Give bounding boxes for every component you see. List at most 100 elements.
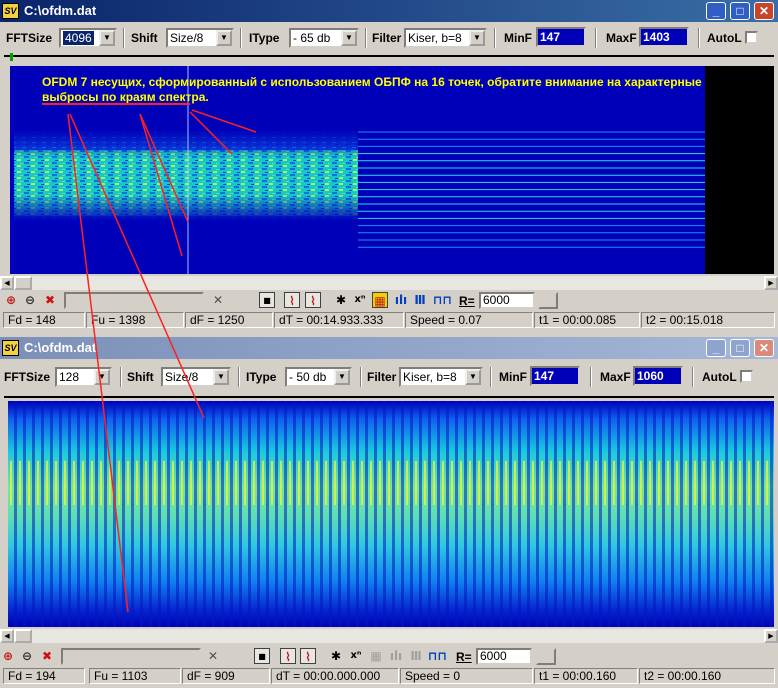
autol-checkbox[interactable] <box>745 31 758 44</box>
scroll-left-button[interactable]: ◀ <box>0 276 14 290</box>
close-button[interactable]: ✕ <box>754 2 774 20</box>
pulse-icon[interactable]: ⊓⊓ <box>433 292 452 308</box>
comb-icon[interactable]: Ⅲ <box>412 292 428 308</box>
spectrogram-view[interactable] <box>8 401 774 627</box>
shift-label: Shift <box>131 31 158 45</box>
graph-alt-icon[interactable]: ⌇ <box>305 292 321 308</box>
minf-label: MinF <box>499 370 527 384</box>
chevron-down-icon[interactable]: ▼ <box>469 30 485 46</box>
zoom-out-icon[interactable]: ⊖ <box>22 292 38 308</box>
maxf-input[interactable]: 1060 <box>633 366 683 386</box>
spectrogram-image <box>8 401 774 627</box>
toolbar-divider <box>120 367 122 387</box>
r-input[interactable]: 6000 <box>476 648 532 665</box>
close-button[interactable]: ✕ <box>754 339 774 357</box>
title-bar[interactable]: SV C:\ofdm.dat _ □ ✕ <box>0 0 778 22</box>
toolbar-divider <box>490 367 492 387</box>
title-bar[interactable]: SV C:\ofdm.dat _ □ ✕ <box>0 337 778 359</box>
scroll-thumb[interactable] <box>14 276 32 290</box>
position-slider[interactable] <box>61 648 201 665</box>
zoom-out-icon[interactable]: ⊖ <box>19 648 35 664</box>
graph-icon[interactable]: ⌇ <box>284 292 300 308</box>
toolbar-divider <box>238 367 240 387</box>
fftsize-label: FFTSize <box>4 370 51 384</box>
zoom-in-icon[interactable]: ⊕ <box>0 648 16 664</box>
star-icon[interactable]: ✱ <box>333 292 349 308</box>
chevron-down-icon[interactable]: ▼ <box>334 369 350 385</box>
annotation-text: OFDM 7 несущих, сформированный с использ… <box>42 75 702 104</box>
power-icon[interactable]: xⁿ <box>352 292 368 308</box>
toolbar-divider <box>698 28 700 48</box>
minimize-button[interactable]: _ <box>706 339 726 357</box>
autol-checkbox[interactable] <box>740 370 753 383</box>
toolbar-divider <box>365 28 367 48</box>
filter-select[interactable]: Kiser, b=8 ▼ <box>399 367 483 387</box>
cross-tool-icon[interactable]: ✕ <box>210 292 226 308</box>
r-label: R= <box>459 294 475 308</box>
toolbar-divider <box>590 367 592 387</box>
scroll-left-button[interactable]: ◀ <box>0 629 14 643</box>
shift-select[interactable]: Size/8 ▼ <box>166 28 234 48</box>
itype-select[interactable]: - 50 db ▼ <box>285 367 352 387</box>
star-icon[interactable]: ✱ <box>328 648 344 664</box>
minf-input[interactable]: 147 <box>536 27 586 47</box>
maxf-label: MaxF <box>600 370 631 384</box>
position-slider[interactable] <box>64 292 204 309</box>
r-input[interactable]: 6000 <box>479 292 535 309</box>
graph-icon[interactable]: ⌇ <box>280 648 296 664</box>
shift-select[interactable]: Size/8 ▼ <box>161 367 231 387</box>
itype-select[interactable]: - 65 db ▼ <box>289 28 359 48</box>
scroll-right-button[interactable]: ▶ <box>764 276 778 290</box>
chevron-down-icon[interactable]: ▼ <box>341 30 357 46</box>
tools-toolbar: ⊕ ⊖ ✖ ✕ ■ ⌇ ⌇ ✱ xⁿ ▦ ılı Ⅲ ⊓⊓ R= 6000 <box>0 647 778 667</box>
toolbar-divider <box>595 28 597 48</box>
bar-chart-icon[interactable]: ılı <box>393 292 409 308</box>
maxf-input[interactable]: 1403 <box>639 27 689 47</box>
cross-tool-icon[interactable]: ✕ <box>205 648 221 664</box>
maximize-button[interactable]: □ <box>730 339 750 357</box>
status-dt: dT = 00:00.000.000 <box>271 668 399 684</box>
fftsize-select[interactable]: 4096 ▼ <box>59 28 117 48</box>
spectrogram-view[interactable]: OFDM 7 несущих, сформированный с использ… <box>10 66 774 274</box>
pulse-icon[interactable]: ⊓⊓ <box>428 648 447 664</box>
r-spin-button[interactable] <box>536 648 556 665</box>
settings-toolbar: FFTSize 128 ▼ Shift Size/8 ▼ IType - 50 db… <box>0 364 778 391</box>
status-df: dF = 909 <box>182 668 270 684</box>
zoom-in-icon[interactable]: ⊕ <box>3 292 19 308</box>
scroll-thumb[interactable] <box>14 629 32 643</box>
scroll-right-button[interactable]: ▶ <box>764 629 778 643</box>
maximize-button[interactable]: □ <box>730 2 750 20</box>
color-map-icon[interactable]: ▦ <box>372 292 388 308</box>
zoom-reset-icon[interactable]: ✖ <box>39 648 55 664</box>
filter-label: Filter <box>367 370 397 384</box>
chevron-down-icon[interactable]: ▼ <box>94 369 110 385</box>
minf-input[interactable]: 147 <box>530 366 580 386</box>
graph-alt-icon[interactable]: ⌇ <box>300 648 316 664</box>
horizontal-scrollbar[interactable]: ◀ ▶ <box>0 629 778 643</box>
ruler-marker[interactable] <box>10 53 13 61</box>
filter-select[interactable]: Kiser, b=8 ▼ <box>404 28 487 48</box>
status-bar: Fd = 194 Fu = 1103 dF = 909 dT = 00:00.0… <box>0 667 778 685</box>
chevron-down-icon[interactable]: ▼ <box>465 369 481 385</box>
status-t2: t2 = 00:00.160 <box>639 668 775 684</box>
toolbar-divider <box>123 28 125 48</box>
minimize-button[interactable]: _ <box>706 2 726 20</box>
toolbar-divider <box>240 28 242 48</box>
color-map-icon: ▦ <box>370 649 382 663</box>
chevron-down-icon[interactable]: ▼ <box>213 369 229 385</box>
power-icon[interactable]: xⁿ <box>348 648 364 664</box>
frequency-ruler <box>4 55 774 57</box>
chevron-down-icon[interactable]: ▼ <box>99 30 115 46</box>
fftsize-select[interactable]: 128 ▼ <box>55 367 112 387</box>
zoom-reset-icon[interactable]: ✖ <box>42 292 58 308</box>
status-bar: Fd = 148 Fu = 1398 dF = 1250 dT = 00:14.… <box>0 311 778 329</box>
spectrogram-window-2: SV C:\ofdm.dat _ □ ✕ FFTSize 128 ▼ Shift … <box>0 337 778 688</box>
chevron-down-icon[interactable]: ▼ <box>216 30 232 46</box>
horizontal-scrollbar[interactable]: ◀ ▶ <box>0 276 778 290</box>
r-spin-button[interactable] <box>538 292 558 309</box>
status-t2: t2 = 00:15.018 <box>641 312 775 328</box>
spectrogram-window-1: SV C:\ofdm.dat _ □ ✕ FFTSize 4096 ▼ Shift… <box>0 0 778 332</box>
frequency-ruler <box>4 396 774 398</box>
stop-icon[interactable]: ■ <box>254 648 270 664</box>
stop-icon[interactable]: ■ <box>259 292 275 308</box>
